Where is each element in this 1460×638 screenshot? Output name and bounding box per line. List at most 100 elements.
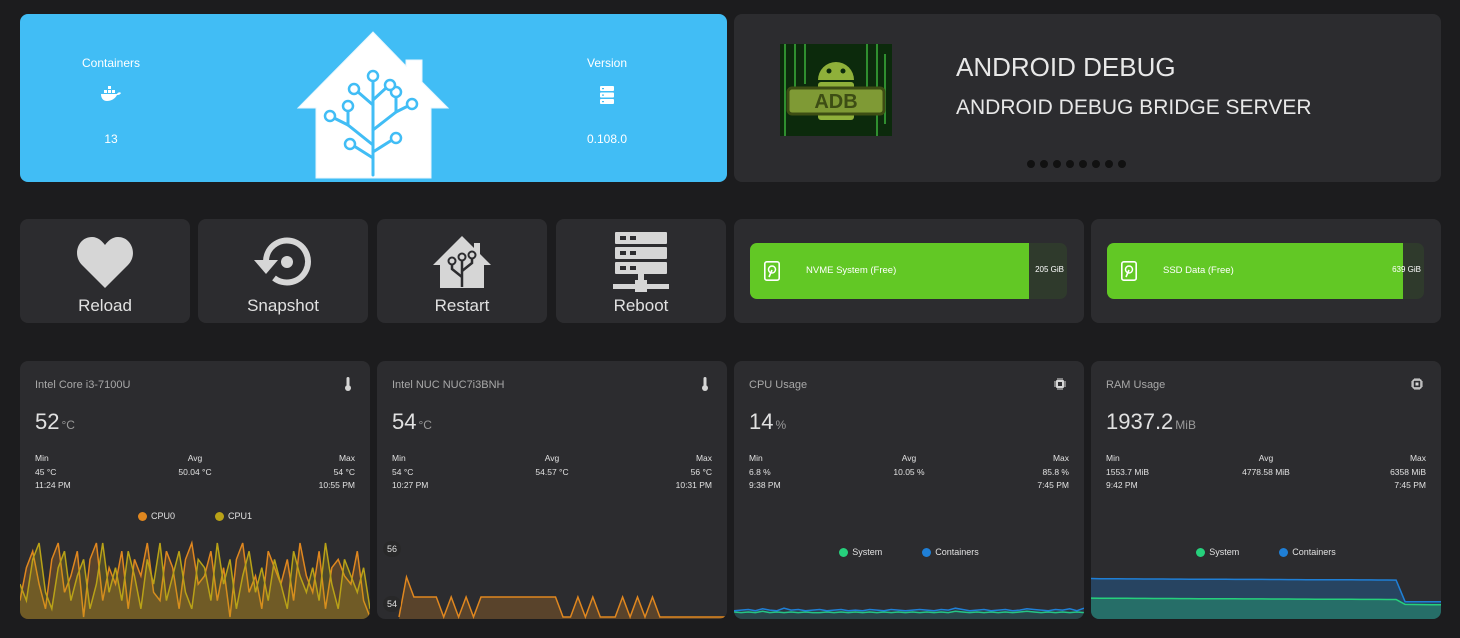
legend-item[interactable]: CPU1 [215, 511, 252, 521]
chart-legend: CPU0 CPU1 [20, 511, 370, 521]
sensor-card-nuc-temp[interactable]: Intel NUC NUC7i3BNH 54 °C Min 54 °C 10:27 P… [377, 361, 727, 619]
min-time: 9:38 PM [749, 480, 781, 490]
carousel-dots[interactable] [1027, 160, 1126, 168]
memory-icon [1411, 377, 1423, 395]
storage-bar-fill [1107, 243, 1404, 299]
legend-swatch [839, 547, 849, 557]
svg-text:ADB: ADB [814, 91, 857, 113]
legend-item[interactable]: Containers [1279, 547, 1336, 557]
carousel-dot[interactable] [1079, 160, 1087, 168]
y-axis-label-bottom: 54 [383, 596, 402, 612]
max-stat: Max 56 °C 10:31 PM [676, 452, 712, 493]
sensor-value: 1937.2 [1106, 409, 1174, 434]
carousel-dot[interactable] [1066, 160, 1074, 168]
sensor-name: Intel Core i3-7100U [35, 379, 131, 391]
max-value: 54 °C [333, 466, 355, 477]
carousel-dot[interactable] [1118, 160, 1126, 168]
version-label: Version [586, 56, 628, 70]
home-assistant-logo [296, 30, 451, 180]
temperature-chart[interactable] [377, 535, 727, 619]
min-time: 10:27 PM [392, 480, 429, 490]
sensor-value-line: 52 °C [35, 409, 75, 435]
max-stat: Max 85.8 % 7:45 PM [1037, 452, 1069, 493]
reboot-button[interactable]: Reboot [556, 219, 726, 323]
sensor-card-ram-usage[interactable]: RAM Usage 1937.2 MiB Min 1553.7 MiB 9:42 PM… [1091, 361, 1441, 619]
carousel-dot[interactable] [1053, 160, 1061, 168]
sensor-unit: MiB [1175, 418, 1196, 432]
sensor-value: 52 [35, 409, 60, 434]
legend-swatch [1279, 547, 1289, 557]
reload-button[interactable]: Reload [20, 219, 190, 323]
version-value: 0.108.0 [586, 132, 628, 146]
min-time: 9:42 PM [1106, 480, 1138, 490]
addon-subtitle: ANDROID DEBUG BRIDGE SERVER [956, 96, 1312, 119]
reboot-label: Reboot [613, 296, 669, 315]
storage-name: NVME System (Free) [806, 265, 897, 276]
storage-amount: 205 GiB [1035, 265, 1064, 274]
legend-item[interactable]: Containers [922, 547, 979, 557]
max-value: 56 °C [690, 466, 712, 477]
legend-item[interactable]: System [1196, 547, 1239, 557]
min-time: 11:24 PM [35, 480, 71, 490]
snapshot-label: Snapshot [247, 296, 319, 315]
carousel-dot[interactable] [1105, 160, 1113, 168]
addon-title: ANDROID DEBUG [956, 52, 1176, 82]
legend-swatch [137, 511, 147, 521]
max-stat: Max 6358 MiB 7:45 PM [1390, 452, 1426, 493]
avg-label: Avg [901, 453, 917, 463]
sensor-value-line: 54 °C [392, 409, 432, 435]
max-time: 7:45 PM [1037, 480, 1069, 490]
snapshot-button[interactable]: Snapshot [198, 219, 368, 323]
avg-value: 50.04 °C [178, 466, 212, 477]
legend-item[interactable]: System [839, 547, 882, 557]
legend-swatch [1196, 547, 1206, 557]
avg-stat: Avg 4778.58 MiB [1091, 452, 1441, 479]
sensor-name: RAM Usage [1106, 379, 1166, 391]
avg-stat: Avg 54.57 °C [377, 452, 727, 479]
y-axis-label-top: 56 [383, 541, 402, 557]
sensor-value: 54 [392, 409, 417, 434]
harddisk-icon [1121, 261, 1137, 286]
sensor-name: CPU Usage [749, 379, 808, 391]
avg-value: 54.57 °C [535, 466, 569, 477]
chart-legend: System Containers [1091, 547, 1441, 557]
temperature-chart[interactable] [20, 535, 370, 619]
usage-chart[interactable] [734, 561, 1084, 619]
carousel-dot[interactable] [1092, 160, 1100, 168]
containers-label: Containers [81, 56, 141, 70]
restart-button[interactable]: Restart [377, 219, 547, 323]
chip-icon [1054, 377, 1066, 395]
reload-label: Reload [78, 296, 132, 315]
storage-nvme-card[interactable]: NVME System (Free) 205 GiB [734, 219, 1084, 323]
avg-label: Avg [187, 453, 203, 463]
max-label: Max [1052, 453, 1069, 463]
sensor-unit: % [775, 418, 787, 432]
storage-ssd-card[interactable]: SSD Data (Free) 639 GiB [1091, 219, 1441, 323]
max-label: Max [1409, 453, 1426, 463]
legend-label: Containers [935, 547, 979, 557]
legend-label: Containers [1292, 547, 1336, 557]
sensor-card-cpu-temp[interactable]: Intel Core i3-7100U 52 °C Min 45 °C 11:24 P… [20, 361, 370, 619]
carousel-dot[interactable] [1027, 160, 1035, 168]
max-label: Max [338, 453, 355, 463]
home-assistant-icon [377, 233, 547, 291]
thermometer-icon [344, 377, 352, 396]
carousel-dot[interactable] [1040, 160, 1048, 168]
max-value: 6358 MiB [1390, 466, 1426, 477]
series-area [1091, 598, 1441, 619]
series-area [399, 577, 727, 619]
sensor-card-cpu-usage[interactable]: CPU Usage 14% Min 6.8 % 9:38 PM Avg 10.05 %… [734, 361, 1084, 619]
legend-swatch [922, 547, 932, 557]
adb-logo: ADB [780, 44, 892, 136]
usage-chart[interactable] [1091, 571, 1441, 619]
storage-bar: SSD Data (Free) 639 GiB [1107, 243, 1424, 299]
addon-card[interactable]: ADB ANDROID DEBUG ANDROID DEBUG BRIDGE S… [734, 14, 1441, 182]
legend-item[interactable]: CPU0 [137, 511, 175, 521]
avg-stat: Avg 50.04 °C [20, 452, 370, 479]
storage-name: SSD Data (Free) [1163, 265, 1234, 276]
legend-label: CPU1 [228, 511, 253, 521]
max-time: 10:55 PM [318, 480, 355, 490]
sensor-value-line: 14% [749, 409, 786, 435]
containers-value: 13 [104, 132, 118, 146]
max-value: 85.8 % [1042, 466, 1069, 477]
